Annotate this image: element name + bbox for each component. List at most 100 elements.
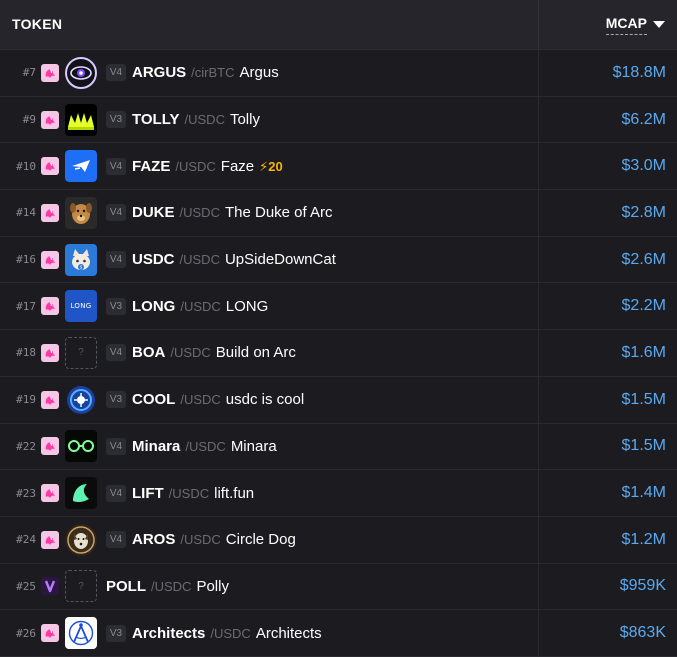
column-divider: [538, 516, 539, 563]
long-logo-text: LONG: [65, 290, 97, 323]
token-symbol[interactable]: BOA: [132, 344, 165, 361]
table-row[interactable]: #19 V3 COOL /USDC usdc is cool $1.5M: [0, 376, 677, 424]
table-row[interactable]: #24 V4 AROS /USDC Circle Dog $1.2M: [0, 516, 677, 564]
version-badge: V4: [106, 484, 126, 502]
column-divider: [538, 470, 539, 516]
table-row[interactable]: #14 V4 DUKE /USDC The Duke of Arc $2.8M: [0, 190, 677, 237]
token-name: usdc is cool: [225, 391, 305, 409]
token-symbol[interactable]: LIFT: [132, 485, 164, 502]
rank-label: #7: [22, 66, 36, 80]
rank-label: #17: [16, 299, 36, 313]
token-names: ARGUS /cirBTC Argus: [132, 64, 279, 81]
mcap-value: $959K: [619, 577, 666, 595]
column-divider: [538, 283, 539, 330]
svg-text:$: $: [80, 264, 83, 269]
rank-label: #14: [16, 206, 36, 220]
column-divider: [538, 190, 539, 236]
table-row[interactable]: #10 V4 FAZE /USDC Faze ⚡20 $3.0M: [0, 143, 677, 191]
rank-label: #10: [16, 159, 36, 173]
token-name: Minara: [230, 437, 277, 455]
uniswap-icon: [41, 343, 59, 362]
column-divider: [538, 610, 539, 656]
token-symbol[interactable]: TOLLY: [132, 111, 180, 128]
uniswap-icon: [41, 250, 59, 269]
boost-badge[interactable]: ⚡20: [259, 159, 283, 175]
token-symbol[interactable]: POLL: [106, 578, 146, 595]
pair-label: /USDC: [184, 112, 225, 128]
uniswap-icon: [41, 530, 59, 549]
long-logo-icon: LONG: [65, 290, 97, 323]
rank-label: #24: [16, 533, 36, 547]
pair-label: /USDC: [175, 158, 216, 174]
uniswap-icon: [41, 157, 59, 176]
cool-shield-logo-icon: [65, 384, 97, 416]
pair-label: /USDC: [168, 485, 210, 501]
pair-label: /USDC: [185, 438, 226, 454]
token-symbol[interactable]: USDC: [132, 251, 175, 268]
pair-label: /USDC: [180, 392, 221, 408]
token-symbol[interactable]: Minara: [132, 438, 180, 455]
version-badge: V3: [106, 391, 126, 409]
lift-wave-logo-icon: [65, 477, 97, 510]
mcap-value: $2.6M: [621, 250, 666, 268]
column-divider: [538, 376, 539, 423]
token-name: UpSideDownCat: [224, 251, 336, 269]
table-row[interactable]: #9 V3 TOLLY /USDC Tolly $6.2M: [0, 96, 677, 144]
column-divider: [538, 96, 539, 143]
table-row[interactable]: #23 V4 LIFT /USDC lift.fun $1.4M: [0, 470, 677, 517]
mcap-value: $1.5M: [621, 437, 666, 455]
token-names: AROS /USDC Circle Dog: [132, 531, 296, 548]
token-names: BOA /USDC Build on Arc: [132, 344, 296, 361]
table-row[interactable]: #16 $ V4 USDC /USDC UpSideDownCat $2.6M: [0, 236, 677, 284]
pair-label: /USDC: [170, 345, 211, 361]
uniswap-icon: [41, 437, 59, 456]
mcap-value: $863K: [619, 624, 666, 642]
token-symbol[interactable]: FAZE: [132, 158, 170, 175]
pair-label: /USDC: [179, 205, 220, 221]
version-badge: V3: [106, 624, 126, 642]
version-badge: V4: [106, 251, 126, 269]
table-row[interactable]: #26 V3 Architects /USDC Architects $863K: [0, 610, 677, 657]
rank-label: #23: [16, 486, 36, 500]
version-badge: V4: [106, 344, 126, 362]
token-name: Polly: [196, 577, 229, 595]
table-row[interactable]: #22 V4 Minara /USDC Minara $1.5M: [0, 423, 677, 471]
version-badge: V4: [106, 64, 126, 82]
token-symbol[interactable]: ARGUS: [132, 64, 186, 81]
pair-label: /USDC: [151, 578, 192, 594]
version-badge: V4: [106, 437, 126, 455]
token-symbol[interactable]: LONG: [132, 298, 175, 315]
table-row[interactable]: #25 ? POLL /USDC Polly $959K: [0, 563, 677, 611]
token-names: TOLLY /USDC Tolly: [132, 111, 260, 128]
table-row[interactable]: #17 LONG V3 LONG /USDC LONG $2.2M: [0, 283, 677, 331]
token-symbol[interactable]: DUKE: [132, 204, 175, 221]
mcap-value: $6.2M: [621, 110, 666, 128]
token-names: POLL /USDC Polly: [106, 578, 229, 595]
uniswap-icon: [41, 390, 59, 409]
token-names: Architects /USDC Architects: [132, 625, 322, 642]
mcap-sort-button[interactable]: MCAP: [605, 15, 665, 35]
column-divider: [538, 236, 539, 283]
uniswap-icon: [41, 297, 59, 316]
token-names: LONG /USDC LONG: [132, 298, 268, 315]
rank-label: #9: [22, 113, 36, 127]
token-name: Build on Arc: [215, 344, 296, 362]
version-badge: V3: [106, 297, 126, 315]
uniswap-icon: [41, 624, 59, 643]
token-symbol[interactable]: COOL: [132, 391, 175, 408]
rank-label: #18: [16, 346, 36, 360]
placeholder-logo-icon: ?: [65, 570, 97, 603]
column-divider: [538, 563, 539, 610]
rank-label: #19: [16, 393, 36, 407]
table-row[interactable]: #7 V4 ARGUS /cirBTC Argus $18.8M: [0, 50, 677, 97]
placeholder-mark: ?: [78, 347, 84, 359]
token-name: lift.fun: [214, 484, 255, 502]
table-row[interactable]: #18 ? V4 BOA /USDC Build on Arc $1.6M: [0, 330, 677, 377]
rank-label: #25: [16, 579, 36, 593]
token-name: Faze: [220, 157, 255, 175]
pair-label: /USDC: [179, 252, 220, 268]
token-name: Architects: [255, 624, 322, 642]
token-symbol[interactable]: AROS: [132, 531, 175, 548]
token-symbol[interactable]: Architects: [132, 625, 205, 642]
mcap-value: $2.2M: [621, 297, 666, 315]
